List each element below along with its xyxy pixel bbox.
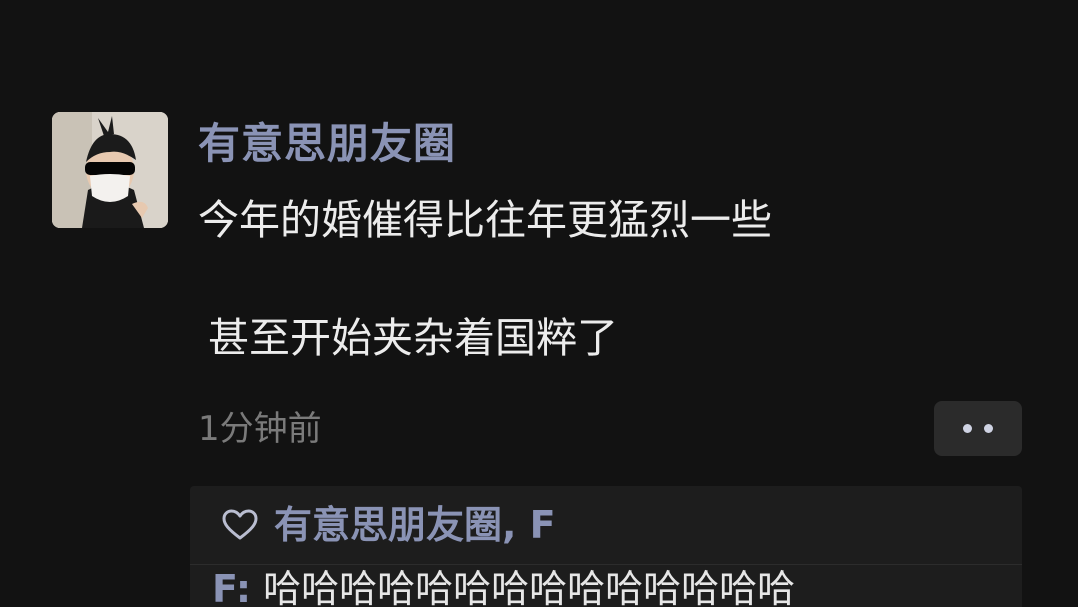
moments-post: 有意思朋友圈 今年的婚催得比往年更猛烈一些 甚至开始夹杂着国粹了 1分钟前 有意…	[0, 0, 1078, 607]
post-text-line-1: 今年的婚催得比往年更猛烈一些	[198, 196, 772, 244]
post-author-name[interactable]: 有意思朋友圈	[198, 116, 456, 172]
avatar[interactable]	[52, 112, 168, 228]
post-text-line-2: 甚至开始夹杂着国粹了	[208, 314, 618, 362]
more-actions-button[interactable]	[934, 401, 1022, 456]
comment-item[interactable]: F: 哈哈哈哈哈哈哈哈哈哈哈哈哈哈	[212, 564, 795, 607]
likes-row: 有意思朋友圈, F	[222, 500, 556, 550]
heart-outline-icon	[222, 509, 258, 540]
avatar-photo	[52, 112, 168, 228]
more-dots-icon	[984, 424, 993, 433]
liked-by-names[interactable]: 有意思朋友圈, F	[274, 500, 556, 550]
post-content: 今年的婚催得比往年更猛烈一些 甚至开始夹杂着国粹了	[198, 190, 958, 368]
likes-comments-panel: 有意思朋友圈, F F: 哈哈哈哈哈哈哈哈哈哈哈哈哈哈	[190, 486, 1022, 607]
comment-author[interactable]: F:	[212, 567, 251, 607]
comment-text: 哈哈哈哈哈哈哈哈哈哈哈哈哈哈	[251, 567, 796, 607]
post-timestamp: 1分钟前	[198, 409, 322, 449]
more-dots-icon	[963, 424, 972, 433]
